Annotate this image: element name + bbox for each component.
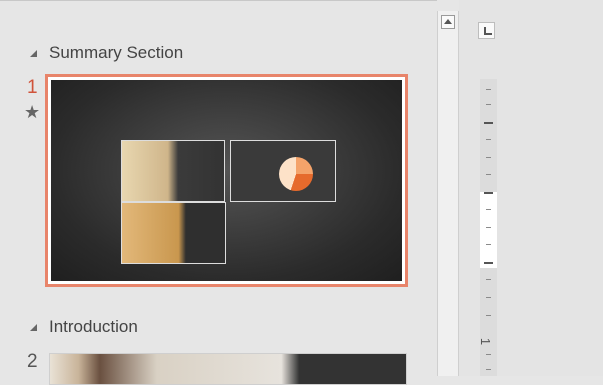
ruler-tick [486,157,491,158]
zoom-card-2 [230,140,336,202]
ruler-tick [486,209,491,210]
section-header-introduction[interactable]: Introduction [30,317,138,337]
ruler-tick [484,122,493,124]
editor-area: 1 [459,0,603,376]
tab-stop-icon[interactable] [478,22,495,39]
ruler-tick [486,315,491,316]
collapse-triangle-icon[interactable] [30,323,37,331]
ruler-tick [486,279,491,280]
ruler-tick [486,369,491,370]
collapse-triangle-icon[interactable] [30,49,37,57]
section-header-summary[interactable]: Summary Section [30,43,183,63]
zoom-card-1 [121,140,225,202]
ruler-tick [486,244,491,245]
ruler-number: 1 [478,337,494,346]
slide-thumbnail-2[interactable] [49,353,407,385]
slide-number-1: 1 [27,77,38,98]
section-label: Summary Section [49,43,184,62]
star-icon[interactable]: ★ [24,102,40,123]
section-label: Introduction [49,317,138,336]
ruler-tick [486,174,491,175]
vertical-scrollbar[interactable] [437,11,459,376]
slide-number-2: 2 [27,351,38,372]
ruler-tick [486,297,491,298]
ruler-active-region [480,192,497,268]
slide-1-preview [51,80,402,281]
vertical-ruler[interactable]: 1 [478,79,497,376]
slide-thumbnail-1[interactable] [45,74,408,287]
ruler-tick [486,227,491,228]
ruler-tick [486,354,491,355]
ruler-tick [486,139,491,140]
ruler-tick [486,104,491,105]
ruler-tick [484,192,493,194]
slide-thumbnails-pane: Summary Section 1 ★ Introduction 2 [0,0,437,385]
zoom-card-3 [121,202,226,264]
ruler-tick [486,89,491,90]
ruler-tick [484,262,493,264]
arrow-up-icon[interactable] [441,15,455,29]
pie-chart-icon [279,157,313,191]
